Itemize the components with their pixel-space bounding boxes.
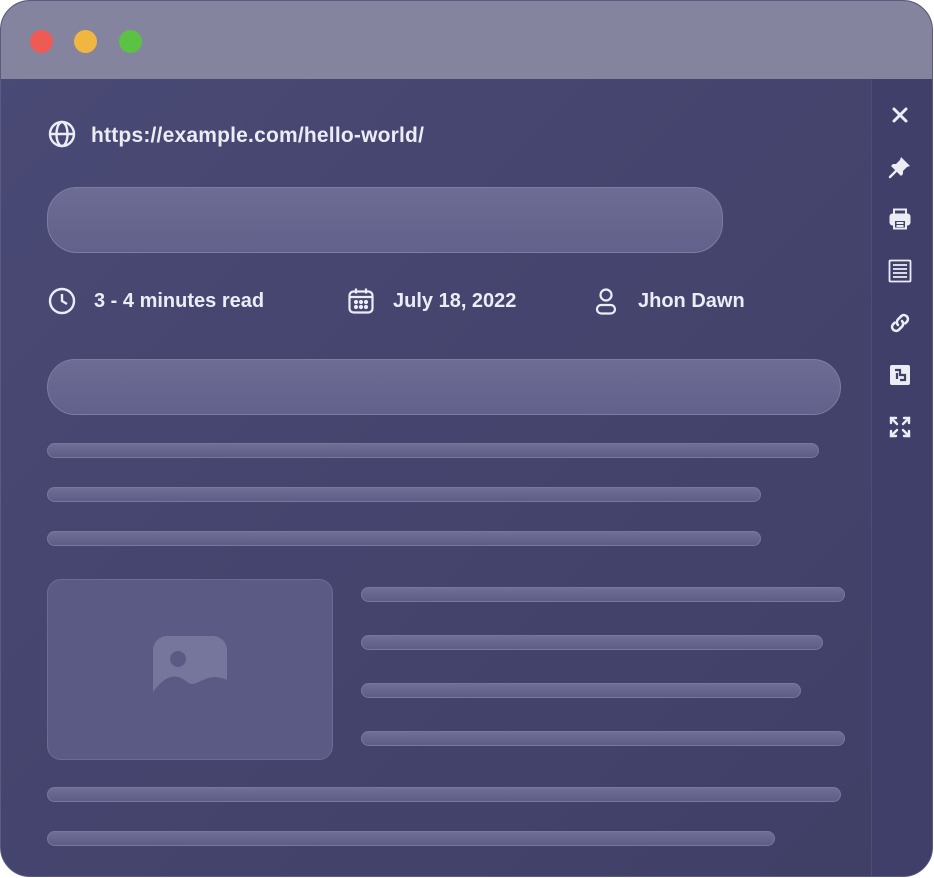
pin-icon xyxy=(888,157,910,179)
text-line-placeholder xyxy=(47,531,761,546)
copy-link-button[interactable] xyxy=(886,309,914,337)
browser-window: https://example.com/hello-world/ 3 - 4 m… xyxy=(0,0,933,877)
print-button[interactable] xyxy=(886,205,914,233)
text-line-placeholder xyxy=(47,787,841,802)
close-window-button[interactable] xyxy=(30,30,53,53)
clock-icon xyxy=(48,287,76,315)
title-bar xyxy=(1,1,932,79)
text-line-placeholder xyxy=(361,683,801,698)
close-reader-button[interactable] xyxy=(886,101,914,129)
text-line-placeholder xyxy=(47,443,819,458)
image-placeholder xyxy=(47,579,333,760)
page-url[interactable]: https://example.com/hello-world/ xyxy=(91,124,424,148)
maximize-window-button[interactable] xyxy=(119,30,142,53)
text-line-placeholder xyxy=(361,635,823,650)
fullscreen-icon xyxy=(889,416,911,438)
globe-icon xyxy=(47,119,77,154)
author-name: Jhon Dawn xyxy=(638,289,745,312)
text-line-placeholder xyxy=(47,487,761,502)
print-icon xyxy=(889,208,911,230)
url-row[interactable]: https://example.com/hello-world/ xyxy=(47,119,424,154)
pin-button[interactable] xyxy=(886,153,914,181)
reader-toolbar xyxy=(871,79,932,876)
close-icon xyxy=(892,107,908,123)
list-view-button[interactable] xyxy=(886,257,914,285)
read-time-label: 3 - 4 minutes read xyxy=(94,289,265,312)
author: Jhon Dawn xyxy=(591,286,745,316)
publish-date-label: July 18, 2022 xyxy=(393,289,517,312)
user-icon xyxy=(595,288,617,315)
translate-icon xyxy=(890,365,910,385)
list-view-icon xyxy=(888,259,912,283)
text-line-placeholder xyxy=(47,831,775,846)
calendar-icon xyxy=(348,288,374,314)
image-icon xyxy=(153,636,227,706)
read-time: 3 - 4 minutes read xyxy=(47,286,264,316)
title-placeholder xyxy=(47,187,723,253)
translate-button[interactable] xyxy=(886,361,914,389)
fullscreen-button[interactable] xyxy=(886,413,914,441)
publish-date: July 18, 2022 xyxy=(346,286,516,316)
reader-content: https://example.com/hello-world/ 3 - 4 m… xyxy=(1,79,873,876)
minimize-window-button[interactable] xyxy=(74,30,97,53)
link-icon xyxy=(890,313,910,333)
text-line-placeholder xyxy=(361,587,845,602)
text-line-placeholder xyxy=(361,731,845,746)
subtitle-placeholder xyxy=(47,359,841,415)
